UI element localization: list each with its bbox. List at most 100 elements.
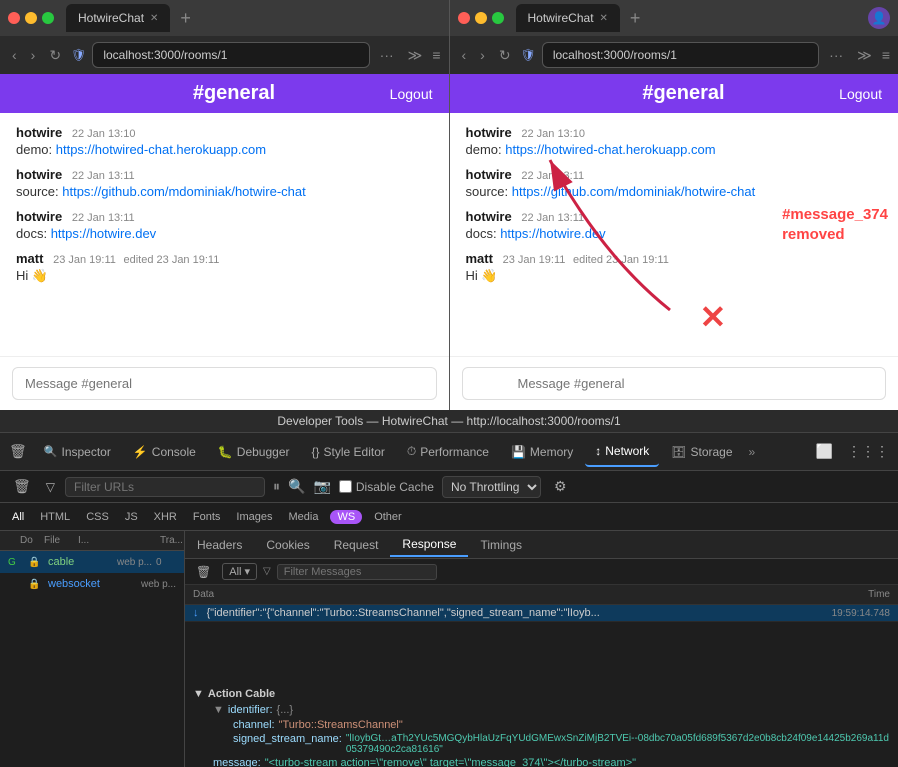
detail-tab-headers[interactable]: Headers: [185, 534, 254, 556]
tab-storage-label: Storage: [691, 445, 733, 459]
tab-inspector[interactable]: 🔍 Inspector: [34, 437, 121, 467]
net-type-css[interactable]: CSS: [82, 510, 113, 524]
detail-tab-response[interactable]: Response: [390, 533, 468, 557]
msg-body: demo: https://hotwired-chat.herokuapp.co…: [466, 142, 883, 157]
request-row-cable[interactable]: G 🔒 cable web p... 0: [0, 551, 184, 573]
net-type-fonts[interactable]: Fonts: [189, 510, 225, 524]
forward-button[interactable]: ›: [27, 45, 40, 65]
identifier-toggle[interactable]: ▼: [213, 704, 224, 716]
detail-tab-cookies[interactable]: Cookies: [254, 534, 321, 556]
filter-urls-input[interactable]: [65, 477, 265, 497]
msg-link[interactable]: https://github.com/mdominiak/hotwire-cha…: [512, 184, 756, 199]
msg-author: hotwire: [466, 167, 512, 182]
ws-message-row[interactable]: ↓ {"identifier":"{"channel":"Turbo::Stre…: [185, 605, 898, 622]
tab-console[interactable]: ⚡ Console: [123, 437, 206, 467]
net-type-xhr[interactable]: XHR: [150, 510, 181, 524]
devtools-settings-button[interactable]: ⋮⋮⋮: [842, 441, 894, 462]
request-row-websocket[interactable]: 🔒 websocket web p...: [0, 573, 184, 595]
network-icon: ↕: [595, 444, 601, 458]
net-type-other[interactable]: Other: [370, 510, 406, 524]
left-tab[interactable]: HotwireChat ✕: [66, 4, 170, 32]
net-type-all[interactable]: All: [8, 510, 28, 524]
network-settings-button[interactable]: ⚙: [549, 476, 572, 497]
right-menu-button[interactable]: ≡: [882, 47, 890, 63]
msg-link[interactable]: https://hotwire.dev: [51, 226, 157, 241]
ws-trash-button[interactable]: 🗑: [191, 563, 216, 581]
action-cable-toggle[interactable]: ▼: [193, 688, 204, 700]
left-app-header: #general Logout: [0, 74, 449, 113]
right-refresh-button[interactable]: ↻: [495, 45, 515, 66]
back-button[interactable]: ‹: [8, 45, 21, 65]
clear-requests-button[interactable]: 🗑: [8, 476, 36, 497]
col-transfer: Tra...: [160, 535, 180, 546]
detail-tab-timings[interactable]: Timings: [468, 534, 534, 556]
net-type-js[interactable]: JS: [121, 510, 142, 524]
right-message-input[interactable]: [462, 367, 887, 400]
right-forward-button[interactable]: ›: [476, 45, 489, 65]
net-type-html[interactable]: HTML: [36, 510, 74, 524]
right-back-button[interactable]: ‹: [458, 45, 471, 65]
identifier-section[interactable]: ▼ identifier: {...}: [205, 702, 898, 718]
right-maximize-button[interactable]: [492, 12, 504, 24]
right-more-button[interactable]: ···: [825, 45, 847, 65]
maximize-button[interactable]: [42, 12, 54, 24]
new-tab-button[interactable]: +: [180, 8, 191, 29]
requests-list-header: Do File I... Tra...: [0, 531, 184, 551]
right-address-input[interactable]: [542, 42, 819, 68]
tab-style-editor[interactable]: {} Style Editor: [302, 437, 395, 467]
minimize-button[interactable]: [25, 12, 37, 24]
ws-all-tab[interactable]: All ▾: [222, 563, 257, 580]
responsive-design-button[interactable]: ⬜: [811, 441, 838, 462]
req-ws-name: websocket: [48, 578, 137, 590]
net-type-ws[interactable]: WS: [330, 510, 362, 524]
channel-key: channel:: [233, 719, 275, 731]
menu-button[interactable]: ≡: [432, 47, 440, 63]
search-icon[interactable]: 🔍: [288, 478, 305, 495]
left-address-input[interactable]: [92, 42, 369, 68]
refresh-button[interactable]: ↻: [45, 45, 65, 66]
more-button[interactable]: ···: [376, 45, 398, 65]
right-new-tab-button[interactable]: +: [630, 8, 641, 29]
net-type-images[interactable]: Images: [232, 510, 276, 524]
ws-direction-icon: ↓: [193, 607, 199, 619]
devtools-trash-button[interactable]: 🗑: [4, 441, 32, 462]
left-logout-button[interactable]: Logout: [390, 86, 433, 102]
disable-cache-checkbox[interactable]: [339, 480, 352, 493]
msg-link[interactable]: https://hotwired-chat.herokuapp.com: [505, 142, 715, 157]
tab-network[interactable]: ↕ Network: [585, 437, 659, 467]
right-minimize-button[interactable]: [475, 12, 487, 24]
right-tab[interactable]: HotwireChat ✕: [516, 4, 620, 32]
action-cable-section[interactable]: ▼ Action Cable: [185, 686, 898, 702]
close-button[interactable]: [8, 12, 20, 24]
left-message-input[interactable]: [12, 367, 437, 400]
throttling-select[interactable]: No Throttling: [442, 476, 541, 498]
tab-memory[interactable]: 💾 Memory: [501, 437, 583, 467]
right-tab-close[interactable]: ✕: [600, 13, 608, 24]
req-status-icon: G: [8, 557, 24, 568]
right-logout-button[interactable]: Logout: [839, 86, 882, 102]
action-cable-label: Action Cable: [208, 688, 275, 700]
left-tab-close[interactable]: ✕: [150, 13, 158, 24]
signed-stream-name-row: signed_stream_name: "lIoybGt…aTh2YUc5MGQ…: [225, 732, 898, 756]
net-type-media[interactable]: Media: [284, 510, 322, 524]
tab-debugger[interactable]: 🐛 Debugger: [208, 437, 300, 467]
memory-icon: 💾: [511, 445, 526, 459]
msg-link[interactable]: https://hotwired-chat.herokuapp.com: [56, 142, 266, 157]
list-item: hotwire 22 Jan 13:10 demo: https://hotwi…: [16, 125, 433, 157]
ws-messages-filter: 🗑 All ▾ ▽: [185, 559, 898, 585]
disable-cache-label[interactable]: Disable Cache: [339, 480, 434, 494]
tab-console-label: Console: [152, 445, 196, 459]
right-extensions-button[interactable]: ≫: [853, 45, 876, 66]
msg-time: 22 Jan 13:11: [72, 170, 135, 182]
tab-performance[interactable]: ⏱ Performance: [397, 437, 499, 467]
filter-messages-input[interactable]: [277, 564, 437, 580]
extensions-button[interactable]: ≫: [404, 45, 427, 66]
msg-link[interactable]: https://hotwire.dev: [500, 226, 606, 241]
tab-storage[interactable]: 🗄 Storage: [661, 437, 742, 467]
right-close-button[interactable]: [458, 12, 470, 24]
msg-link[interactable]: https://github.com/mdominiak/hotwire-cha…: [62, 184, 306, 199]
detail-tab-request[interactable]: Request: [322, 534, 391, 556]
identifier-collapsed: {...}: [277, 704, 294, 716]
msg-time: 22 Jan 13:10: [72, 128, 136, 140]
more-tabs-button[interactable]: »: [745, 445, 760, 459]
